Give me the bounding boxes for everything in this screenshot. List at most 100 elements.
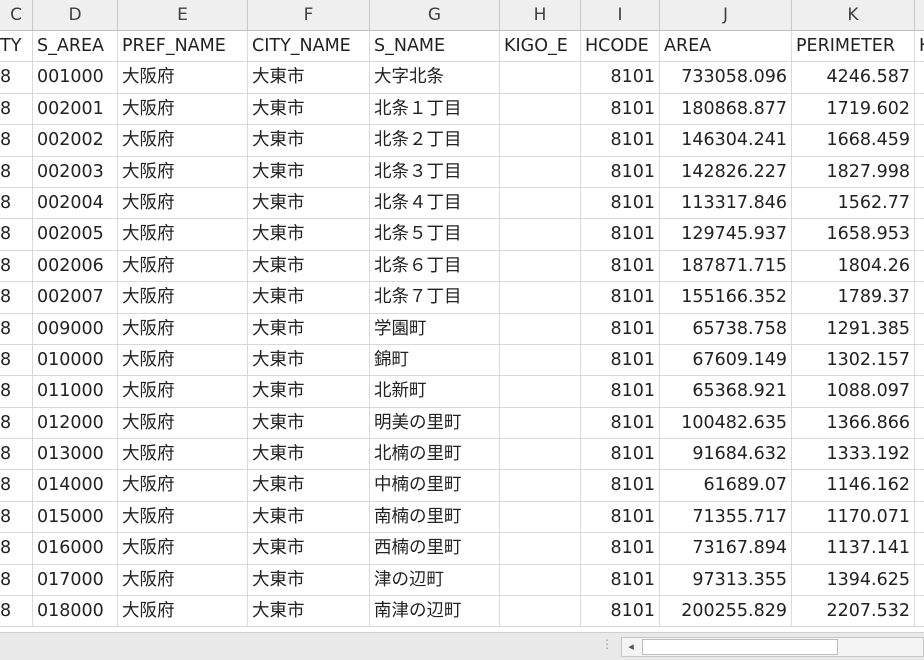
table-cell[interactable]: 8101 [581, 187, 660, 219]
table-cell[interactable]: 180868.877 [660, 93, 792, 125]
table-cell[interactable]: 大阪府 [118, 344, 248, 376]
table-cell[interactable] [915, 376, 924, 406]
field-name-cell[interactable]: AREA [660, 31, 792, 62]
table-cell[interactable] [915, 439, 924, 469]
table-cell[interactable]: 8101 [581, 596, 660, 627]
table-cell[interactable]: 8 [0, 470, 33, 501]
table-cell[interactable]: 北条４丁目 [370, 187, 500, 219]
table-cell[interactable]: 002007 [33, 282, 118, 313]
table-cell[interactable]: 8101 [581, 344, 660, 376]
table-cell[interactable]: 146304.241 [660, 125, 792, 156]
table-cell[interactable]: 北楠の里町 [370, 439, 500, 470]
table-cell[interactable] [915, 408, 924, 438]
table-cell[interactable]: 1719.602 [792, 93, 915, 125]
split-grip-icon[interactable]: ⋮ [601, 638, 613, 655]
column-header-d[interactable]: D [33, 0, 118, 30]
table-cell[interactable]: 002004 [33, 187, 118, 219]
table-cell[interactable]: 大東市 [248, 187, 370, 219]
table-cell[interactable]: 8101 [581, 250, 660, 282]
table-cell[interactable]: 73167.894 [660, 533, 792, 564]
table-cell[interactable]: 大東市 [248, 156, 370, 187]
table-cell[interactable]: 018000 [33, 596, 118, 627]
table-cell[interactable]: 015000 [33, 501, 118, 533]
table-cell[interactable]: 北条１丁目 [370, 93, 500, 125]
table-cell[interactable] [500, 93, 581, 125]
table-cell[interactable]: 8101 [581, 219, 660, 250]
column-header-h[interactable]: H [500, 0, 581, 30]
table-cell[interactable]: 大東市 [248, 533, 370, 564]
table-cell[interactable] [500, 439, 581, 470]
table-cell[interactable]: 8101 [581, 125, 660, 156]
table-cell[interactable] [915, 533, 924, 563]
table-cell[interactable]: 1333.192 [792, 439, 915, 470]
field-name-cell[interactable]: HCODE [581, 31, 660, 62]
field-name-cell[interactable]: KIGO_E [500, 31, 581, 62]
table-cell[interactable] [915, 565, 924, 595]
table-cell[interactable]: 011000 [33, 376, 118, 407]
table-cell[interactable]: 1789.37 [792, 282, 915, 313]
table-cell[interactable] [500, 376, 581, 407]
table-cell[interactable]: 1658.953 [792, 219, 915, 250]
table-cell[interactable]: 南津の辺町 [370, 596, 500, 627]
table-cell[interactable]: 大東市 [248, 282, 370, 313]
table-cell[interactable]: 1366.866 [792, 407, 915, 439]
horizontal-scrollbar[interactable]: ◂ [621, 637, 924, 657]
table-cell[interactable]: 大阪府 [118, 564, 248, 596]
column-header-f[interactable]: F [248, 0, 370, 30]
table-cell[interactable] [915, 314, 924, 344]
table-cell[interactable]: 142826.227 [660, 156, 792, 187]
table-cell[interactable] [915, 596, 924, 626]
table-cell[interactable]: 8 [0, 439, 33, 470]
table-cell[interactable]: 大阪府 [118, 376, 248, 407]
table-cell[interactable]: 67609.149 [660, 344, 792, 376]
table-cell[interactable]: 155166.352 [660, 282, 792, 313]
table-cell[interactable]: 014000 [33, 470, 118, 501]
table-cell[interactable]: 大東市 [248, 596, 370, 627]
column-header-e[interactable]: E [118, 0, 248, 30]
table-cell[interactable]: 8101 [581, 62, 660, 93]
table-cell[interactable]: 1137.141 [792, 533, 915, 564]
table-cell[interactable]: 002001 [33, 93, 118, 125]
table-cell[interactable]: 8 [0, 250, 33, 282]
table-cell[interactable] [915, 470, 924, 500]
table-cell[interactable]: 8101 [581, 533, 660, 564]
table-cell[interactable]: 016000 [33, 533, 118, 564]
table-cell[interactable]: 大東市 [248, 93, 370, 125]
table-cell[interactable]: 8 [0, 156, 33, 187]
table-cell[interactable]: 8 [0, 62, 33, 93]
table-cell[interactable]: 8 [0, 187, 33, 219]
table-cell[interactable]: 8 [0, 501, 33, 533]
table-cell[interactable]: 大阪府 [118, 313, 248, 344]
table-cell[interactable] [500, 187, 581, 219]
table-cell[interactable]: 8101 [581, 282, 660, 313]
table-cell[interactable]: 8 [0, 313, 33, 344]
table-cell[interactable]: 南楠の里町 [370, 501, 500, 533]
table-cell[interactable]: 009000 [33, 313, 118, 344]
table-cell[interactable]: 大東市 [248, 344, 370, 376]
table-cell[interactable]: 1394.625 [792, 564, 915, 596]
table-cell[interactable]: 1827.998 [792, 156, 915, 187]
table-cell[interactable]: 北条５丁目 [370, 219, 500, 250]
table-cell[interactable] [915, 188, 924, 218]
table-cell[interactable]: 8101 [581, 501, 660, 533]
table-cell[interactable]: 017000 [33, 564, 118, 596]
table-cell[interactable]: 錦町 [370, 344, 500, 376]
table-cell[interactable]: 大東市 [248, 219, 370, 250]
table-cell[interactable]: 013000 [33, 439, 118, 470]
table-cell[interactable] [915, 345, 924, 375]
table-cell[interactable]: 71355.717 [660, 501, 792, 533]
table-cell[interactable]: 002002 [33, 125, 118, 156]
table-cell[interactable]: 学園町 [370, 313, 500, 344]
table-cell[interactable]: 北新町 [370, 376, 500, 407]
column-header-j[interactable]: J [660, 0, 792, 30]
table-cell[interactable]: 大阪府 [118, 596, 248, 627]
table-cell[interactable]: 大阪府 [118, 187, 248, 219]
table-cell[interactable]: 200255.829 [660, 596, 792, 627]
table-cell[interactable]: 大東市 [248, 564, 370, 596]
table-cell[interactable]: 65368.921 [660, 376, 792, 407]
table-cell[interactable]: 大東市 [248, 470, 370, 501]
column-header-g[interactable]: G [370, 0, 500, 30]
table-cell[interactable]: 1668.459 [792, 125, 915, 156]
table-cell[interactable] [915, 157, 924, 187]
table-cell[interactable]: 大阪府 [118, 501, 248, 533]
